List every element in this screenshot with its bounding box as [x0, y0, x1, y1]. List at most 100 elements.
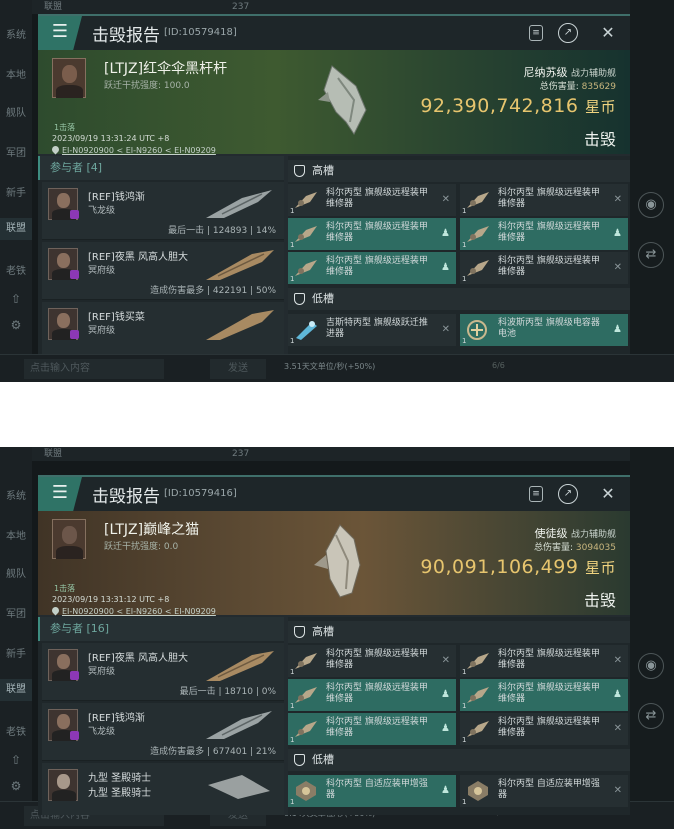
module-name: 吉斯特丙型 旗舰级跃迁推进器	[326, 318, 428, 339]
killreport-screenshot-1: 系统 本地 舰队 军团 新手 联盟 老铁 ⇧ ⚙ 联盟 237 ◉ ⇄ 点击输入…	[0, 0, 674, 382]
destroyed-x-icon: ✕	[613, 655, 622, 666]
settings-gear-icon[interactable]: ⚙	[0, 318, 32, 332]
low-slot-title: 低槽	[312, 292, 334, 305]
armor-repairer-icon	[295, 653, 317, 669]
participant-ship-render	[206, 651, 274, 681]
participant-row[interactable]: [REF]钱鸿渐 飞龙级 造成伤害最多 | 677401 | 21%	[42, 703, 284, 761]
module-item[interactable]: 1 科尔丙型 旗舰级远程装甲维修器 ✕	[288, 184, 456, 216]
shield-icon	[294, 626, 305, 638]
dropped-person-icon: ♟	[613, 689, 622, 700]
channel-local[interactable]: 本地	[0, 527, 32, 542]
kill-location[interactable]: EI-N0920900 < EI-N9260 < EI-N09209	[50, 605, 216, 616]
location-pin-icon	[50, 605, 61, 616]
send-button[interactable]: 发送	[210, 359, 266, 379]
destroyed-x-icon: ✕	[441, 655, 450, 666]
victim-name[interactable]: [LTJZ]红伞伞黑杆杆	[104, 58, 227, 78]
module-item[interactable]: 1 科尔丙型 自适应装甲增强器 ✕	[460, 775, 628, 807]
victim-avatar[interactable]	[52, 58, 86, 98]
total-damage-value: 835629	[581, 82, 616, 92]
menu-icon[interactable]: ☰	[38, 477, 82, 511]
module-item[interactable]: 1 科尔丙型 旗舰级远程装甲维修器 ♟	[288, 218, 456, 250]
destroyed-x-icon: ✕	[613, 194, 622, 205]
upload-icon[interactable]: ⇧	[0, 292, 32, 306]
high-slot-header: 高槽	[288, 160, 630, 182]
kill-time: 2023/09/19 13:31:12 UTC +8	[52, 595, 170, 604]
kill-location[interactable]: EI-N0920900 < EI-N9260 < EI-N09209	[50, 144, 216, 155]
clipboard-icon[interactable]: ≡	[529, 25, 543, 41]
channel-system[interactable]: 系统	[0, 26, 32, 41]
module-name: 科尔丙型 旗舰级远程装甲维修器	[498, 649, 600, 670]
victim-name[interactable]: [LTJZ]巅峰之猫	[104, 519, 199, 539]
participant-row[interactable]: [REF]夜黑 风高人胆大 冥府级 造成伤害最多 | 422191 | 50%	[42, 242, 284, 300]
upload-icon[interactable]: ⇧	[0, 753, 32, 767]
victim-ship-class: 尼纳苏级 战力辅助舰	[523, 64, 616, 80]
panel-header: ☰ 击毁报告 [ID:10579416] ≡ ↗ ✕	[38, 477, 630, 511]
module-item[interactable]: 1 吉斯特丙型 旗舰级跃迁推进器 ✕	[288, 314, 456, 346]
swap-icon[interactable]: ⇄	[638, 703, 664, 729]
participant-row[interactable]: [REF]钱买菜 冥府级	[42, 302, 284, 354]
module-item[interactable]: 1 科尔丙型 旗舰级远程装甲维修器 ✕	[460, 645, 628, 677]
channel-alliance[interactable]: 联盟	[0, 679, 32, 701]
module-item[interactable]: 1 科尔丙型 旗舰级远程装甲维修器 ✕	[288, 645, 456, 677]
armor-repairer-icon	[467, 687, 489, 703]
dropped-person-icon: ♟	[441, 689, 450, 700]
rank-badge-icon	[70, 330, 79, 339]
eye-icon[interactable]: ◉	[638, 653, 664, 679]
channel-fleet[interactable]: 舰队	[0, 104, 32, 119]
capacitor-battery-icon	[467, 320, 487, 340]
chat-input[interactable]: 点击输入内容	[24, 359, 164, 379]
module-item[interactable]: 1 科尔丙型 旗舰级远程装甲维修器 ♟	[460, 218, 628, 250]
report-id[interactable]: [ID:10579416]	[164, 488, 237, 499]
module-item[interactable]: 1 科尔丙型 旗舰级远程装甲维修器 ♟	[460, 679, 628, 711]
channel-fleet[interactable]: 舰队	[0, 565, 32, 580]
participant-row[interactable]: [REF]钱鸿渐 飞龙级 最后一击 | 124893 | 14%	[42, 182, 284, 240]
module-item[interactable]: 1 科尔丙型 旗舰级远程装甲维修器 ✕	[460, 184, 628, 216]
destroyed-x-icon: ✕	[613, 262, 622, 273]
participant-name: [REF]钱鸿渐	[88, 192, 145, 203]
close-icon[interactable]: ✕	[598, 23, 618, 43]
share-icon[interactable]: ↗	[558, 23, 578, 43]
menu-icon[interactable]: ☰	[38, 16, 82, 50]
module-item[interactable]: 1 科尔丙型 旗舰级远程装甲维修器 ✕	[460, 252, 628, 284]
eye-icon[interactable]: ◉	[638, 192, 664, 218]
channel-newbie[interactable]: 新手	[0, 645, 32, 660]
close-icon[interactable]: ✕	[598, 484, 618, 504]
module-item[interactable]: 1 科波斯丙型 旗舰级电容器电池 ♟	[460, 314, 628, 346]
module-item[interactable]: 1 科尔丙型 旗舰级远程装甲维修器 ♟	[288, 252, 456, 284]
channel-corp[interactable]: 军团	[0, 605, 32, 620]
channel-system[interactable]: 系统	[0, 487, 32, 502]
settings-gear-icon[interactable]: ⚙	[0, 779, 32, 793]
participant-row[interactable]: [REF]夜黑 风高人胆大 冥府级 最后一击 | 18710 | 0%	[42, 643, 284, 701]
channel-friends[interactable]: 老铁	[0, 723, 32, 738]
victim-avatar[interactable]	[52, 519, 86, 559]
swap-icon[interactable]: ⇄	[638, 242, 664, 268]
module-item[interactable]: 1 科尔丙型 旗舰级远程装甲维修器 ✕	[460, 713, 628, 745]
channel-local[interactable]: 本地	[0, 66, 32, 81]
rank-badge-icon	[70, 671, 79, 680]
total-damage: 总伤害量: 835629	[540, 79, 616, 92]
report-id[interactable]: [ID:10579418]	[164, 27, 237, 38]
panel-title: 击毁报告	[92, 26, 160, 46]
armor-repairer-icon	[467, 192, 489, 208]
module-item[interactable]: 1 科尔丙型 旗舰级远程装甲维修器 ♟	[288, 713, 456, 745]
participant-name: [REF]夜黑 风高人胆大	[88, 653, 188, 664]
high-slot-header: 高槽	[288, 621, 630, 643]
participant-row[interactable]: 九型 圣殿骑士 九型 圣殿骑士	[42, 763, 284, 815]
channel-alliance[interactable]: 联盟	[0, 218, 32, 240]
channel-corp[interactable]: 军团	[0, 144, 32, 159]
victim-ship-render	[318, 65, 367, 135]
total-damage-label: 总伤害量:	[539, 82, 579, 92]
clipboard-icon[interactable]: ≡	[529, 486, 543, 502]
module-item[interactable]: 1 科尔丙型 旗舰级远程装甲维修器 ♟	[288, 679, 456, 711]
armor-hardener-icon	[468, 781, 488, 801]
low-slot-header: 低槽	[288, 749, 630, 771]
share-icon[interactable]: ↗	[558, 484, 578, 504]
victim-ship-render	[314, 524, 361, 598]
module-name: 科尔丙型 旗舰级远程装甲维修器	[326, 717, 428, 738]
module-item[interactable]: 1 科尔丙型 自适应装甲增强器 ♟	[288, 775, 456, 807]
dropped-person-icon: ♟	[441, 785, 450, 796]
participant-ship-render	[206, 250, 274, 280]
channel-friends[interactable]: 老铁	[0, 262, 32, 277]
channel-newbie[interactable]: 新手	[0, 184, 32, 199]
participant-avatar	[48, 769, 78, 801]
